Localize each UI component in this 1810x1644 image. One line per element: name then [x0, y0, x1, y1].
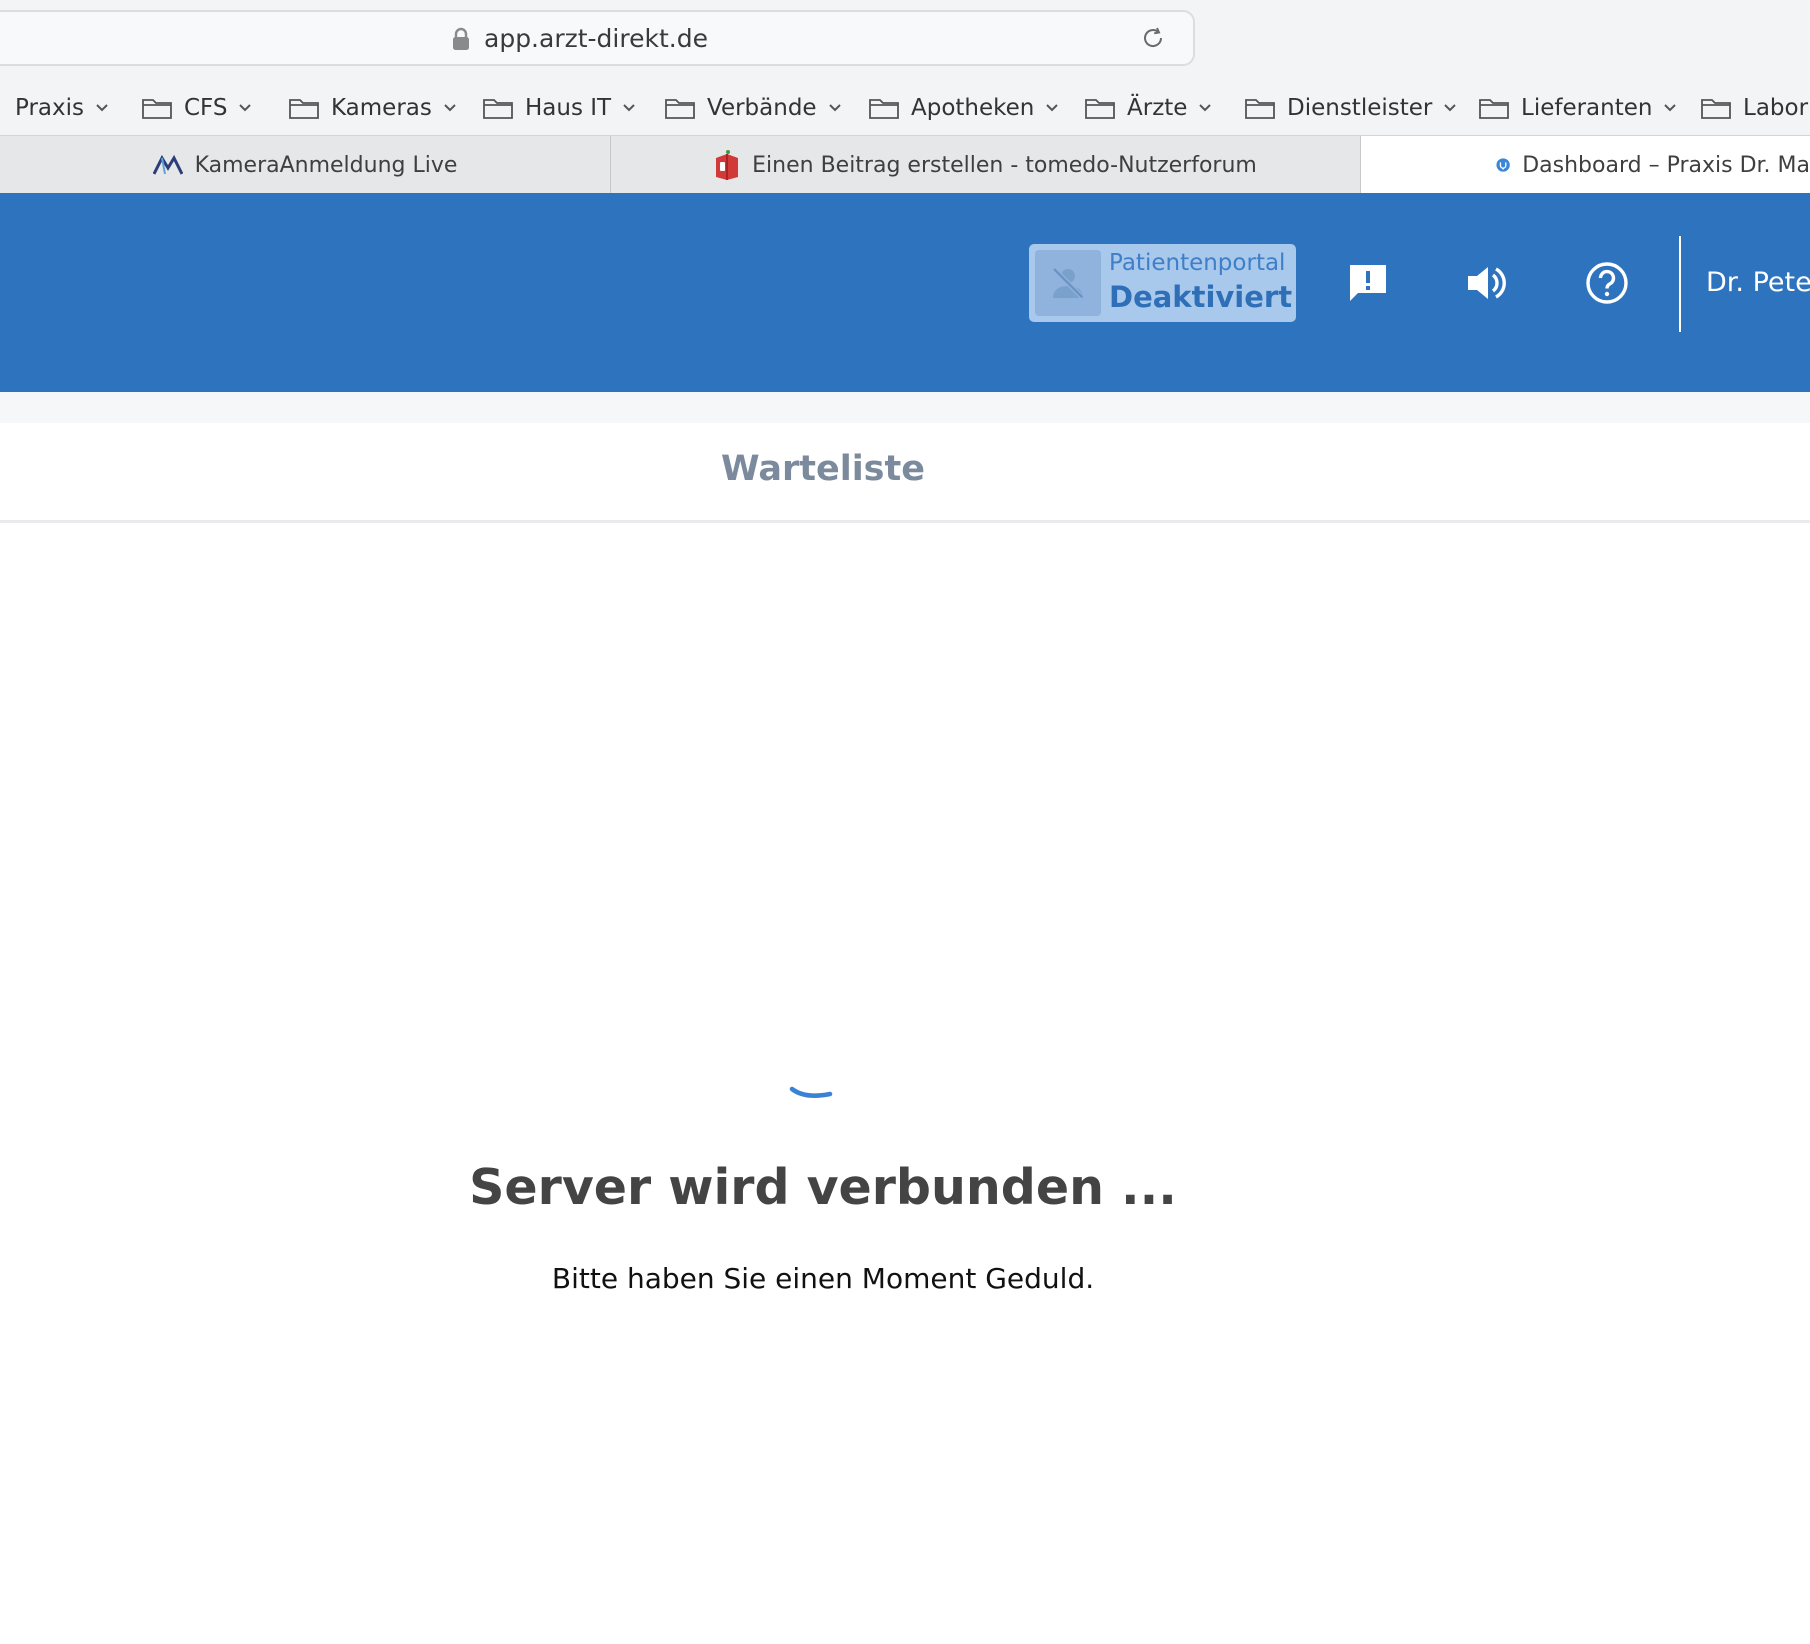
loading-subtitle: Bitte haben Sie einen Moment Geduld. — [551, 1262, 1095, 1295]
bookmark-label: CFS — [184, 95, 228, 121]
tab-tomedo-forum[interactable]: Einen Beitrag erstellen - tomedo-Nutzerf… — [611, 136, 1361, 194]
tab-title: Dashboard – Praxis Dr. Ma — [1522, 152, 1810, 178]
bookmark-folder-dienstleister[interactable]: Dienstleister — [1244, 86, 1457, 130]
folder-icon — [289, 99, 319, 119]
chevron-down-icon — [444, 104, 456, 112]
portal-title: Patientenportal — [1109, 250, 1286, 276]
chevron-down-icon — [1046, 104, 1059, 112]
chevron-down-icon — [239, 104, 252, 112]
bookmark-label: Kameras — [331, 95, 432, 121]
bookmark-label: Verbände — [707, 95, 817, 121]
warteliste-header: Warteliste — [0, 423, 1810, 523]
lock-icon — [452, 27, 470, 55]
folder-icon — [1085, 99, 1115, 119]
section-title: Warteliste — [720, 449, 925, 489]
help-icon[interactable] — [1583, 259, 1631, 307]
volume-icon[interactable] — [1463, 259, 1511, 307]
patientenportal-status-badge[interactable]: Patientenportal Deaktiviert — [1029, 244, 1296, 322]
bookmark-folder-aerzte[interactable]: Ärzte — [1084, 86, 1212, 130]
person-off-icon — [1035, 250, 1101, 316]
bookmark-label: Lieferanten — [1521, 95, 1653, 121]
bookmark-folder-labor[interactable]: Labor — [1700, 86, 1808, 130]
bookmark-label: Ärzte — [1127, 95, 1188, 121]
loading-title: Server wird verbunden ... — [469, 1159, 1177, 1216]
bookmarks-bar: Praxis CFS Kameras Haus IT Verbände Apot… — [0, 86, 1810, 130]
folder-icon — [142, 99, 172, 119]
bookmark-label: Labor — [1743, 95, 1809, 121]
tab-title: KameraAnmeldung Live — [194, 152, 458, 178]
folder-icon — [665, 99, 695, 119]
tomedo-forum-icon — [716, 150, 739, 180]
bookmark-folder-verbaende[interactable]: Verbände — [664, 86, 842, 130]
bookmark-folder-cfs[interactable]: CFS — [141, 86, 252, 130]
url-text: app.arzt-direkt.de — [484, 24, 708, 53]
bookmark-label: Dienstleister — [1287, 95, 1433, 121]
address-bar[interactable]: app.arzt-direkt.de — [0, 10, 1195, 66]
bookmark-folder-apotheken[interactable]: Apotheken — [868, 86, 1059, 130]
arzt-direkt-icon — [1496, 158, 1510, 172]
chevron-down-icon — [623, 104, 635, 112]
tab-bar: KameraAnmeldung Live Einen Beitrag erste… — [0, 135, 1810, 194]
chevron-down-icon — [828, 104, 841, 112]
browser-chrome: app.arzt-direkt.de Praxis CFS Kameras Ha… — [0, 0, 1810, 194]
reload-icon[interactable] — [1140, 25, 1166, 55]
kamera-logo-icon — [152, 155, 183, 175]
tab-dashboard[interactable]: Dashboard – Praxis Dr. Ma — [1361, 136, 1810, 194]
folder-icon — [1701, 99, 1731, 119]
chevron-down-icon — [1664, 104, 1677, 112]
folder-icon — [0, 97, 4, 119]
chevron-down-icon — [1444, 104, 1457, 112]
chevron-down-icon — [1199, 104, 1212, 112]
feedback-icon[interactable] — [1344, 259, 1392, 307]
folder-icon — [1479, 99, 1509, 119]
bookmark-label: Praxis — [15, 95, 84, 121]
header-divider — [1679, 236, 1681, 332]
content-separator — [0, 392, 1810, 423]
folder-icon — [483, 99, 513, 119]
portal-status: Deaktiviert — [1109, 280, 1293, 314]
user-name[interactable]: Dr. Pete — [1706, 267, 1810, 298]
bookmark-folder-praxis[interactable]: Praxis — [0, 86, 109, 130]
app-header: Patientenportal Deaktiviert Dr. Pete — [0, 193, 1810, 392]
bookmark-folder-kameras[interactable]: Kameras — [288, 86, 457, 130]
chevron-down-icon — [96, 104, 108, 112]
folder-icon — [1245, 99, 1275, 119]
bookmark-label: Haus IT — [525, 95, 612, 121]
bookmark-label: Apotheken — [911, 95, 1035, 121]
bookmark-folder-lieferanten[interactable]: Lieferanten — [1478, 86, 1677, 130]
tab-title: Einen Beitrag erstellen - tomedo-Nutzerf… — [752, 152, 1257, 178]
loading-spinner — [787, 1083, 837, 1107]
tab-kameraanmeldung[interactable]: KameraAnmeldung Live — [0, 136, 611, 194]
bookmark-folder-haus-it[interactable]: Haus IT — [482, 86, 636, 130]
folder-icon — [869, 99, 899, 119]
